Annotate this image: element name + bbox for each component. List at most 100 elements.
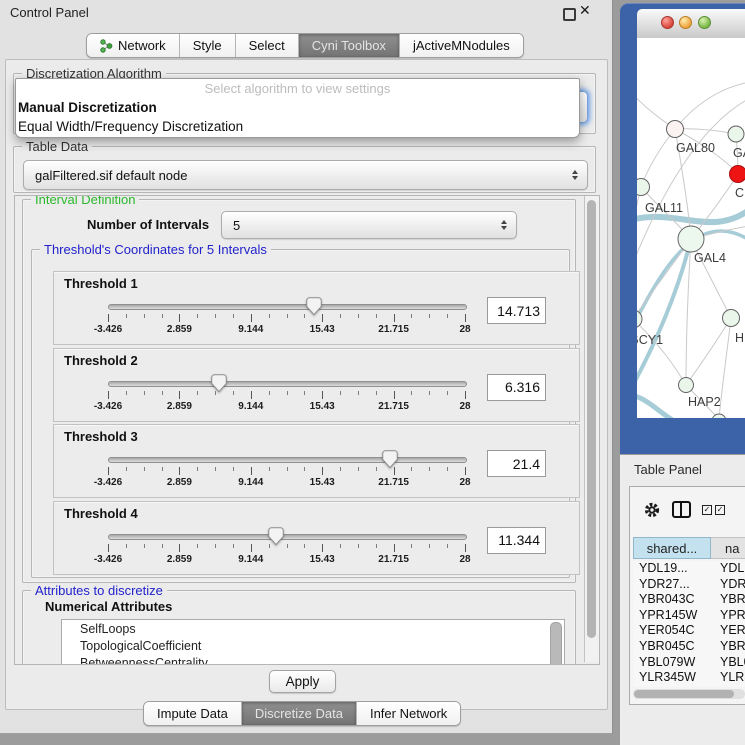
table-row[interactable]: YER054CYER0 <box>633 623 745 639</box>
network-node[interactable] <box>637 179 650 196</box>
mac-zoom-icon[interactable] <box>698 16 711 29</box>
table-row[interactable]: YIL052CYIL0 <box>633 686 745 687</box>
split-columns-icon[interactable] <box>672 501 691 518</box>
slider-tick-labels: -3.4262.8599.14415.4321.71528 <box>108 554 465 566</box>
threshold-value-field[interactable] <box>487 450 546 477</box>
table-cell: YER054C <box>633 623 711 639</box>
table-header-row: shared...na <box>633 537 745 559</box>
slider-ticks <box>108 391 465 400</box>
combo-arrows-icon <box>572 170 578 180</box>
network-canvas[interactable]: GAL80GACGAL11GAL4GCY1HHAP2 <box>637 38 745 418</box>
network-icon <box>100 39 113 53</box>
table-horizontal-scrollbar[interactable] <box>633 689 745 699</box>
slider-ticks <box>108 467 465 476</box>
table-data-group-title: Table Data <box>22 139 92 154</box>
checkbox-icon[interactable]: ✓ <box>715 505 725 515</box>
tab-infer-network[interactable]: Infer Network <box>357 702 460 725</box>
threshold-label: Threshold 3 <box>64 429 138 444</box>
table-row[interactable]: YBR043CYBR0 <box>633 592 745 608</box>
network-graph: GAL80GACGAL11GAL4GCY1HHAP2 <box>637 38 745 418</box>
threshold-coordinates-group-title: Threshold's Coordinates for 5 Intervals <box>40 242 271 257</box>
table-cell: YLR3 <box>711 670 745 686</box>
apply-button[interactable]: Apply <box>269 670 336 693</box>
dropdown-option[interactable]: Manual Discretization <box>16 98 579 117</box>
threshold-value-field[interactable] <box>487 297 546 324</box>
threshold-coordinates-group: Threshold's Coordinates for 5 Intervals … <box>31 249 570 578</box>
table-panel: Table Panel ✓ ✓ shared...na YDL19...YDL1… <box>620 455 745 745</box>
dropdown-option[interactable]: Equal Width/Frequency Discretization <box>16 117 579 136</box>
threshold-value-field[interactable] <box>487 374 546 401</box>
attribute-list-item[interactable]: BetweennessCentrality <box>62 654 564 665</box>
table-row[interactable]: YDL19...YDL1 <box>633 561 745 577</box>
table-cell: YDR27... <box>633 577 711 593</box>
network-node[interactable] <box>728 126 744 142</box>
node-table: ✓ ✓ shared...na YDL19...YDL1YDR27...YDR2… <box>629 486 745 705</box>
settings-vertical-scrollbar[interactable] <box>584 196 599 662</box>
numerical-attributes-list: SelfLoopsTopologicalCoefficientBetweenne… <box>61 619 565 665</box>
table-panel-title: Table Panel <box>634 462 702 477</box>
tab-cyni-toolbox[interactable]: Cyni Toolbox <box>299 34 400 57</box>
table-cell: YBR0 <box>711 639 745 655</box>
network-node[interactable] <box>667 121 684 138</box>
interval-definition-group-title: Interval Definition <box>31 195 139 207</box>
tab-jactivemnodules[interactable]: jActiveMNodules <box>400 34 523 57</box>
network-window-titlebar[interactable] <box>637 9 745 39</box>
algorithm-dropdown-popup: Select algorithm to view settings Manual… <box>15 78 580 138</box>
tab-select[interactable]: Select <box>236 34 299 57</box>
table-cell: YPR1 <box>711 608 745 624</box>
network-edge <box>637 98 745 300</box>
tab-discretize-data[interactable]: Discretize Data <box>242 702 357 725</box>
table-cell: YBL079W <box>633 655 711 671</box>
settings-scrollpane: Interval Definition Number of Intervals … <box>14 195 600 665</box>
slider-track[interactable] <box>108 304 467 310</box>
network-node[interactable] <box>723 310 740 327</box>
table-row[interactable]: YLR345WYLR3 <box>633 670 745 686</box>
table-row[interactable]: YPR145WYPR1 <box>633 608 745 624</box>
bottom-tab-bar: Impute DataDiscretize DataInfer Network <box>143 701 461 726</box>
top-tab-bar: Network Style SelectCyni ToolboxjActiveMNo… <box>86 33 524 58</box>
close-icon[interactable]: ✕ <box>579 2 591 19</box>
table-row[interactable]: YBR045CYBR0 <box>633 639 745 655</box>
slider-track[interactable] <box>108 457 467 463</box>
table-cell: YBL0 <box>711 655 745 671</box>
attributes-group-title: Attributes to discretize <box>31 583 167 598</box>
node-label: GAL11 <box>645 201 683 215</box>
float-window-icon[interactable] <box>563 8 576 21</box>
table-header-cell[interactable]: shared... <box>633 537 711 559</box>
attribute-list-item[interactable]: TopologicalCoefficient <box>62 637 564 654</box>
control-panel-title: Control Panel <box>10 5 89 20</box>
network-node[interactable] <box>678 226 704 252</box>
mac-close-icon[interactable] <box>661 16 674 29</box>
gear-icon[interactable] <box>643 501 661 524</box>
dropdown-prompt[interactable]: Select algorithm to view settings <box>16 79 579 98</box>
table-cell: YIL052C <box>633 686 711 687</box>
checkbox-icon[interactable]: ✓ <box>702 505 712 515</box>
slider-track[interactable] <box>108 381 467 387</box>
attributes-to-discretize-group: Attributes to discretize Numerical Attri… <box>22 590 576 665</box>
mac-minimize-icon[interactable] <box>679 16 692 29</box>
table-cell: YDL1 <box>711 561 745 577</box>
number-of-intervals-combobox[interactable]: 5 <box>221 211 517 239</box>
table-cell: YBR043C <box>633 592 711 608</box>
table-header-cell[interactable]: na <box>711 537 745 559</box>
threshold-value-field[interactable] <box>487 527 546 554</box>
attribute-list-item[interactable]: SelfLoops <box>62 620 564 637</box>
table-row[interactable]: YBL079WYBL0 <box>633 655 745 671</box>
table-toolbar: ✓ ✓ <box>630 487 745 533</box>
table-data-combobox[interactable]: galFiltered.sif default node <box>23 160 588 190</box>
threshold-panel: Threshold 1-3.4262.8599.14415.4321.71528 <box>53 271 580 345</box>
table-row[interactable]: YDR27...YDR2 <box>633 577 745 593</box>
network-node[interactable] <box>730 166 745 183</box>
attributes-list-scrollbar[interactable] <box>550 622 561 665</box>
tab-label: Style <box>193 38 222 53</box>
threshold-panel: Threshold 2-3.4262.8599.14415.4321.71528 <box>53 348 580 422</box>
table-cell: YLR345W <box>633 670 711 686</box>
tab-network[interactable]: Network <box>87 34 180 57</box>
tab-impute-data[interactable]: Impute Data <box>144 702 242 725</box>
node-label: GCY1 <box>637 333 663 347</box>
slider-track[interactable] <box>108 534 467 540</box>
network-node[interactable] <box>679 378 694 393</box>
tab-style[interactable]: Style <box>180 34 236 57</box>
numerical-attributes-label: Numerical Attributes <box>45 599 172 614</box>
table-cell: YER0 <box>711 623 745 639</box>
